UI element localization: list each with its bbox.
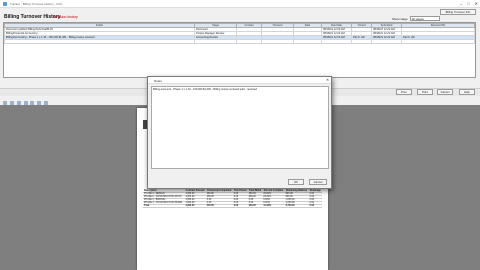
page-subtitle: Revision history <box>53 15 78 19</box>
cancel-button[interactable]: Cancel <box>437 89 453 95</box>
report-row: Total 4,200.00 500.00 0.00 500.00 11.90%… <box>143 204 322 208</box>
billing-turnover-info-button[interactable]: Billing Turnover Info <box>440 9 476 15</box>
stage-select[interactable]: All stages <box>409 16 440 21</box>
dialog-titlebar: Notes ✕ <box>148 77 331 84</box>
notes-textarea[interactable]: Billing accounts - Phase 1.x 1-10 - 150,… <box>151 86 329 169</box>
close-icon[interactable]: ✕ <box>475 1 478 6</box>
history-grid[interactable]: Folder Stage Contact Turnover Date Due D… <box>3 22 476 78</box>
prev-button[interactable]: Prev <box>396 89 412 95</box>
minimize-icon[interactable]: – <box>460 1 462 6</box>
dialog-close-icon[interactable]: ✕ <box>326 78 329 82</box>
report-cell: 0.00 <box>232 204 248 208</box>
maximize-icon[interactable]: □ <box>467 1 469 6</box>
dialog-cancel-button[interactable]: Cancel <box>309 179 327 185</box>
window-titlebar: Tracker - Billing Turnover History - Gri… <box>0 0 480 8</box>
table-row[interactable] <box>4 39 475 44</box>
report-cell: 4,200.00 <box>184 204 206 208</box>
report-cell: 3,700.00 <box>284 204 309 208</box>
report-table: Description Contract Amount Previously C… <box>143 190 322 208</box>
notes-dialog: Notes ✕ Billing accounts - Phase 1.x 1-1… <box>147 76 332 189</box>
report-cell: 500.00 <box>247 204 263 208</box>
report-cell: 0.00 <box>308 204 322 208</box>
report-cell: 500.00 <box>205 204 233 208</box>
window-title: Tracker - Billing Turnover History - Gri… <box>10 2 62 6</box>
print-button[interactable]: Print <box>417 89 433 95</box>
dialog-ok-button[interactable]: OK <box>288 179 304 185</box>
stage-label: Show stage <box>392 16 408 21</box>
dialog-title: Notes <box>154 78 162 83</box>
stage-select-value: All stages <box>411 17 424 21</box>
report-cell: 11.90% <box>262 204 285 208</box>
help-button[interactable]: Help <box>459 89 475 95</box>
app-icon <box>3 2 7 6</box>
report-cell: Total <box>143 204 185 208</box>
notes-text: Billing accounts - Phase 1.x 1-10 - 150,… <box>153 88 257 91</box>
